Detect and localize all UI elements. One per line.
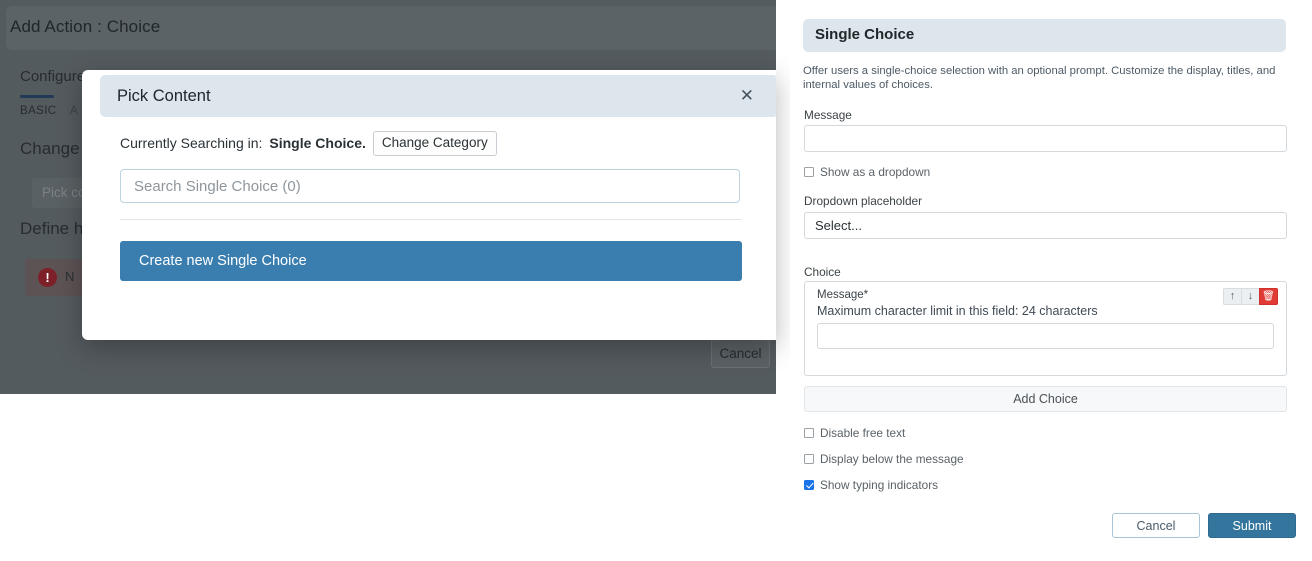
- change-section-heading: Change t: [20, 139, 89, 158]
- show-typing-indicators-checkbox[interactable]: [804, 480, 814, 490]
- cancel-button[interactable]: Cancel: [1112, 513, 1200, 538]
- define-section-heading: Define h: [20, 219, 84, 238]
- search-input[interactable]: [120, 169, 740, 203]
- trash-icon[interactable]: 🗑: [1259, 288, 1278, 305]
- pick-content-modal: Pick Content ✕ Currently Searching in: S…: [82, 70, 776, 340]
- modal-title: Pick Content: [117, 87, 211, 105]
- choice-character-limit-hint: Maximum character limit in this field: 2…: [817, 304, 1098, 318]
- disable-free-text-label: Disable free text: [820, 426, 906, 440]
- panel-footer-buttons: Cancel Submit: [1112, 513, 1296, 538]
- display-below-message-checkbox[interactable]: [804, 454, 814, 464]
- panel-description: Offer users a single-choice selection wi…: [803, 65, 1276, 91]
- change-category-button[interactable]: Change Category: [372, 130, 497, 156]
- panel-title-bar: Single Choice: [803, 19, 1286, 52]
- page-title: Add Action : Choice: [10, 17, 161, 36]
- submit-button[interactable]: Submit: [1208, 513, 1296, 538]
- show-as-dropdown-label: Show as a dropdown: [820, 165, 931, 179]
- searching-prefix-label: Currently Searching in:: [120, 135, 263, 151]
- create-new-single-choice-button[interactable]: Create new Single Choice: [120, 241, 742, 281]
- disable-free-text-row[interactable]: Disable free text: [804, 426, 905, 440]
- dropdown-placeholder-input[interactable]: [804, 212, 1287, 239]
- tab-active-indicator: [20, 95, 54, 98]
- close-icon[interactable]: ✕: [740, 86, 754, 106]
- currently-searching-row: Currently Searching in: Single Choice. C…: [120, 130, 744, 156]
- exclamation-icon: !: [38, 268, 57, 287]
- choice-message-input[interactable]: [817, 323, 1274, 349]
- choice-item-card: Message* Maximum character limit in this…: [804, 281, 1287, 376]
- configure-heading: Configure: [20, 68, 86, 85]
- searching-category-label: Single Choice.: [269, 135, 366, 151]
- disable-free-text-checkbox[interactable]: [804, 428, 814, 438]
- show-typing-indicators-label: Show typing indicators: [820, 478, 939, 492]
- arrow-up-icon[interactable]: ↑: [1223, 288, 1241, 305]
- modal-body: Currently Searching in: Single Choice. C…: [120, 130, 744, 281]
- message-input[interactable]: [804, 125, 1287, 152]
- show-typing-indicators-row[interactable]: Show typing indicators: [804, 478, 938, 492]
- panel-title: Single Choice: [815, 26, 915, 43]
- pick-content-placeholder: Pick co: [42, 185, 86, 200]
- tab-basic[interactable]: BASIC: [20, 105, 57, 117]
- dropdown-placeholder-label: Dropdown placeholder: [804, 194, 923, 208]
- message-label: Message: [804, 108, 852, 122]
- add-choice-button[interactable]: Add Choice: [804, 386, 1287, 412]
- choice-tools-group: ↑ ↓ 🗑: [1223, 288, 1278, 305]
- modal-header-bar: Pick Content ✕: [100, 75, 776, 117]
- choice-message-label: Message*: [817, 289, 869, 301]
- background-cancel-button[interactable]: Cancel: [711, 339, 770, 368]
- show-as-dropdown-row[interactable]: Show as a dropdown: [804, 165, 930, 179]
- show-as-dropdown-checkbox[interactable]: [804, 167, 814, 177]
- display-below-message-row[interactable]: Display below the message: [804, 452, 964, 466]
- choice-section-label: Choice: [804, 265, 841, 279]
- modal-divider: [120, 219, 742, 220]
- single-choice-config-panel: Single Choice Offer users a single-choic…: [790, 0, 1312, 561]
- display-below-message-label: Display below the message: [820, 452, 964, 466]
- tab-advanced[interactable]: A: [70, 105, 78, 117]
- arrow-down-icon[interactable]: ↓: [1241, 288, 1259, 305]
- alert-text: N: [65, 269, 75, 284]
